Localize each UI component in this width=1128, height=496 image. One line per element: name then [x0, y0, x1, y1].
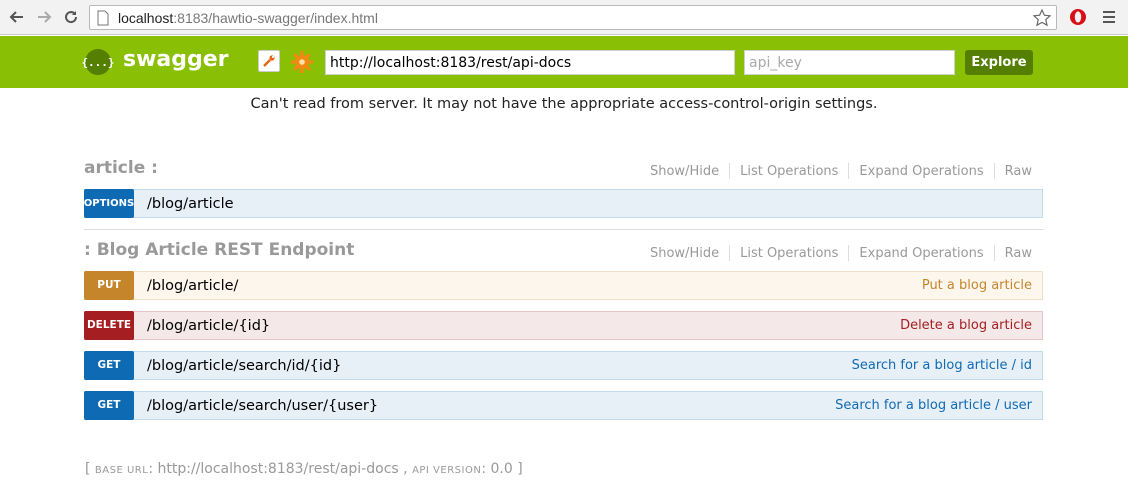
- resource-actions: Show/Hide List Operations Expand Operati…: [640, 163, 1032, 179]
- footer-separator: ,: [403, 461, 408, 477]
- operation-summary[interactable]: Delete a blog article: [900, 318, 1042, 333]
- list-operations-link[interactable]: List Operations: [730, 164, 848, 179]
- operation-path[interactable]: /blog/article/search/user/{user}: [147, 398, 835, 414]
- http-method-badge: GET: [84, 350, 134, 380]
- footer-bracket-close: ]: [517, 461, 523, 477]
- operation-path[interactable]: /blog/article/: [147, 278, 922, 294]
- arrow-right-icon: [38, 11, 52, 23]
- resource-title[interactable]: article :: [84, 158, 158, 178]
- menu-button[interactable]: [1098, 6, 1120, 28]
- reload-icon: [65, 11, 78, 24]
- expand-operations-link[interactable]: Expand Operations: [849, 164, 993, 179]
- operation-row-get[interactable]: GET /blog/article/search/user/{user} Sea…: [84, 390, 1043, 420]
- address-host: localhost: [118, 10, 174, 26]
- api-key-input[interactable]: [744, 50, 955, 75]
- section-divider: [84, 229, 1043, 230]
- address-path: :8183/hawtio-swagger/index.html: [173, 10, 378, 26]
- swagger-logo-text: swagger: [123, 47, 229, 72]
- base-url-value: http://localhost:8183/rest/api-docs: [157, 461, 399, 477]
- resource-title[interactable]: : Blog Article REST Endpoint: [84, 240, 354, 260]
- api-version-value: 0.0: [490, 461, 513, 477]
- operation-row-get[interactable]: GET /blog/article/search/id/{id} Search …: [84, 350, 1043, 380]
- http-method-badge: OPTIONS: [84, 188, 134, 218]
- base-url-label: BASE URL: [94, 465, 149, 476]
- gear-icon[interactable]: [289, 49, 315, 75]
- arrow-left-icon: [9, 11, 23, 23]
- operation-row-put[interactable]: PUT /blog/article/ Put a blog article: [84, 270, 1043, 300]
- wrench-icon: [263, 55, 275, 67]
- opera-icon: [1070, 9, 1086, 25]
- reload-button[interactable]: [60, 6, 82, 28]
- show-hide-link[interactable]: Show/Hide: [640, 164, 729, 179]
- http-method-badge: PUT: [84, 270, 134, 300]
- forward-button[interactable]: [33, 6, 55, 28]
- operation-summary[interactable]: Put a blog article: [922, 278, 1042, 293]
- bookmark-star-icon[interactable]: [1032, 8, 1052, 28]
- api-url-input[interactable]: [325, 50, 735, 75]
- hamburger-icon: [1103, 11, 1115, 23]
- operation-summary[interactable]: Search for a blog article / user: [835, 398, 1042, 413]
- show-hide-link[interactable]: Show/Hide: [640, 246, 729, 261]
- browser-toolbar: localhost:8183/hawtio-swagger/index.html: [0, 0, 1128, 35]
- server-error-message: Can't read from server. It may not have …: [250, 96, 878, 112]
- swagger-logo-icon: {...}: [81, 49, 115, 75]
- opera-extension-button[interactable]: [1067, 6, 1089, 28]
- operation-path[interactable]: /blog/article/{id}: [147, 318, 900, 334]
- back-button[interactable]: [6, 6, 28, 28]
- http-method-badge: GET: [84, 390, 134, 420]
- operation-summary[interactable]: Search for a blog article / id: [852, 358, 1042, 373]
- swagger-header: {...} swagger Explore: [0, 36, 1128, 88]
- address-bar[interactable]: localhost:8183/hawtio-swagger/index.html: [89, 5, 1057, 30]
- list-operations-link[interactable]: List Operations: [730, 246, 848, 261]
- footer-bracket-open: [: [85, 461, 91, 477]
- raw-link[interactable]: Raw: [995, 164, 1032, 179]
- api-info-footer: [ BASE URL: http://localhost:8183/rest/a…: [85, 461, 523, 477]
- expand-operations-link[interactable]: Expand Operations: [849, 246, 993, 261]
- wrench-button[interactable]: [258, 50, 280, 72]
- address-url: localhost:8183/hawtio-swagger/index.html: [118, 10, 378, 26]
- operation-row-options[interactable]: OPTIONS /blog/article: [84, 188, 1043, 218]
- raw-link[interactable]: Raw: [995, 246, 1032, 261]
- operation-row-delete[interactable]: DELETE /blog/article/{id} Delete a blog …: [84, 310, 1043, 340]
- operation-path[interactable]: /blog/article/search/id/{id}: [147, 358, 852, 374]
- explore-button[interactable]: Explore: [965, 50, 1033, 75]
- resource-actions: Show/Hide List Operations Expand Operati…: [640, 245, 1032, 261]
- page-icon: [97, 10, 109, 26]
- operation-path[interactable]: /blog/article: [147, 196, 1032, 212]
- api-version-label: API VERSION: [412, 465, 482, 476]
- http-method-badge: DELETE: [84, 310, 134, 340]
